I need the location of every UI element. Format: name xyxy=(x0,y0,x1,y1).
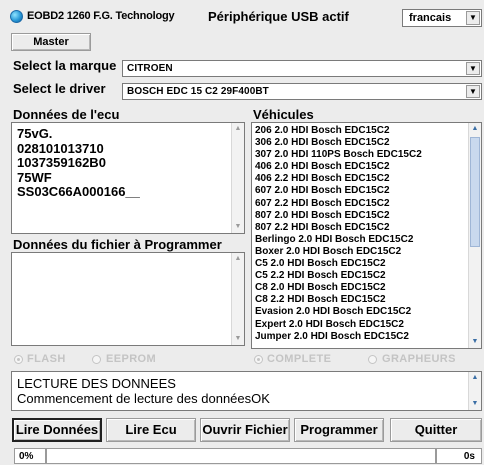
eeprom-radio[interactable] xyxy=(92,355,101,364)
app-globe-icon xyxy=(10,10,23,23)
elapsed-time: 0s xyxy=(436,448,482,464)
vehicle-list-item[interactable]: C5 2.2 HDI Bosch EDC15C2 xyxy=(255,270,422,282)
ecu-data-box[interactable]: 75vG. 028101013710 1037359162B0 75WF SS0… xyxy=(11,122,245,234)
ecu-section-title: Données de l'ecu xyxy=(13,107,120,122)
driver-label: Select le driver xyxy=(13,81,106,96)
log-lines: LECTURE DES DONNEES Commencement de lect… xyxy=(17,376,270,406)
log-line: LECTURE DES DONNEES xyxy=(17,376,176,391)
arrow-down-icon[interactable]: ▼ xyxy=(232,221,244,233)
arrow-down-icon[interactable]: ▼ xyxy=(469,398,481,410)
marque-value: CITROEN xyxy=(127,63,173,74)
driver-value: BOSCH EDC 15 C2 29F400BT xyxy=(127,86,269,97)
ecu-line: SS03C66A000166__ xyxy=(17,184,140,199)
chevron-down-icon[interactable]: ▼ xyxy=(466,85,480,98)
language-select[interactable]: francais ▼ xyxy=(402,9,482,27)
ecu-data-lines: 75vG. 028101013710 1037359162B0 75WF SS0… xyxy=(17,126,140,200)
arrow-up-icon[interactable]: ▲ xyxy=(469,372,481,384)
arrow-down-icon[interactable]: ▼ xyxy=(469,336,481,348)
vehicles-list[interactable]: 206 2.0 HDI Bosch EDC15C2 306 2.0 HDI Bos… xyxy=(251,122,482,349)
chevron-down-icon[interactable]: ▼ xyxy=(466,62,480,75)
vehicle-list-item[interactable]: 807 2.0 HDI Bosch EDC15C2 xyxy=(255,210,422,222)
log-box[interactable]: LECTURE DES DONNEES Commencement de lect… xyxy=(11,371,482,411)
vehicle-list-item[interactable]: Jumper 2.0 HDI Bosch EDC15C2 xyxy=(255,331,422,343)
programmer-button[interactable]: Programmer xyxy=(294,418,384,442)
arrow-up-icon[interactable]: ▲ xyxy=(469,123,481,135)
vehicles-scroll-thumb[interactable] xyxy=(470,137,480,247)
app-title: EOBD2 1260 F.G. Technology xyxy=(27,10,175,22)
ecu-line: 75WF xyxy=(17,169,52,185)
usb-status-label: Périphérique USB actif xyxy=(208,9,349,24)
vehicle-list-item[interactable]: 406 2.2 HDI Bosch EDC15C2 xyxy=(255,173,422,185)
lire-ecu-button[interactable]: Lire Ecu xyxy=(106,418,196,442)
complete-label: COMPLETE xyxy=(267,353,332,365)
file-data-box[interactable]: ▲ ▼ xyxy=(11,252,245,346)
arrow-up-icon[interactable]: ▲ xyxy=(232,123,244,135)
vehicle-list-item[interactable]: 607 2.0 HDI Bosch EDC15C2 xyxy=(255,185,422,197)
arrow-up-icon[interactable]: ▲ xyxy=(232,253,244,265)
file-scrollbar[interactable]: ▲ ▼ xyxy=(231,253,244,345)
vehicle-list-item[interactable]: 206 2.0 HDI Bosch EDC15C2 xyxy=(255,125,422,137)
ouvrir-fichier-button[interactable]: Ouvrir Fichier xyxy=(200,418,290,442)
grapheurs-label: GRAPHEURS xyxy=(382,353,456,365)
ecu-line: 75vG. xyxy=(17,126,53,141)
log-scrollbar[interactable]: ▲ ▼ xyxy=(468,372,481,410)
language-value: francais xyxy=(409,12,452,24)
flash-label: FLASH xyxy=(27,353,66,365)
master-button[interactable]: Master xyxy=(11,33,91,51)
vehicle-list-item[interactable]: 607 2.2 HDI Bosch EDC15C2 xyxy=(255,198,422,210)
arrow-down-icon[interactable]: ▼ xyxy=(232,333,244,345)
ecu-scrollbar[interactable]: ▲ ▼ xyxy=(231,123,244,233)
eeprom-label: EEPROM xyxy=(106,353,157,365)
vehicles-scrollbar[interactable]: ▲ ▼ xyxy=(468,123,481,348)
vehicle-list-item[interactable]: 307 2.0 HDI 110PS Bosch EDC15C2 xyxy=(255,149,422,161)
ecu-line: 028101013710 xyxy=(17,140,104,156)
quitter-button[interactable]: Quitter xyxy=(390,418,482,442)
driver-select[interactable]: BOSCH EDC 15 C2 29F400BT ▼ xyxy=(122,83,482,100)
lire-donnees-button[interactable]: Lire Données xyxy=(12,418,102,442)
vehicle-list-item[interactable]: 406 2.0 HDI Bosch EDC15C2 xyxy=(255,161,422,173)
vehicles-section-title: Véhicules xyxy=(253,107,314,122)
vehicles-list-items: 206 2.0 HDI Bosch EDC15C2 306 2.0 HDI Bos… xyxy=(255,125,422,343)
vehicle-list-item[interactable]: Boxer 2.0 HDI Bosch EDC15C2 xyxy=(255,246,422,258)
ecu-line: 1037359162B0 xyxy=(17,155,106,170)
complete-radio[interactable] xyxy=(254,355,263,364)
marque-select[interactable]: CITROEN ▼ xyxy=(122,60,482,77)
file-section-title: Données du fichier à Programmer xyxy=(13,237,222,252)
main-window: EOBD2 1260 F.G. Technology Périphérique … xyxy=(0,0,484,465)
vehicle-list-item[interactable]: C8 2.0 HDI Bosch EDC15C2 xyxy=(255,282,422,294)
vehicle-list-item[interactable]: Expert 2.0 HDI Bosch EDC15C2 xyxy=(255,319,422,331)
progress-percent: 0% xyxy=(14,448,46,464)
chevron-down-icon[interactable]: ▼ xyxy=(466,11,480,25)
vehicle-list-item[interactable]: C5 2.0 HDI Bosch EDC15C2 xyxy=(255,258,422,270)
flash-radio[interactable] xyxy=(14,355,23,364)
vehicle-list-item[interactable]: C8 2.2 HDI Bosch EDC15C2 xyxy=(255,294,422,306)
marque-label: Select la marque xyxy=(13,58,117,73)
progress-bar xyxy=(46,448,436,464)
log-line: Commencement de lecture des donnéesOK xyxy=(17,391,270,406)
vehicle-list-item[interactable]: Evasion 2.0 HDI Bosch EDC15C2 xyxy=(255,306,422,318)
vehicle-list-item[interactable]: 306 2.0 HDI Bosch EDC15C2 xyxy=(255,137,422,149)
grapheurs-radio[interactable] xyxy=(368,355,377,364)
vehicle-list-item[interactable]: 807 2.2 HDI Bosch EDC15C2 xyxy=(255,222,422,234)
vehicle-list-item[interactable]: Berlingo 2.0 HDI Bosch EDC15C2 xyxy=(255,234,422,246)
